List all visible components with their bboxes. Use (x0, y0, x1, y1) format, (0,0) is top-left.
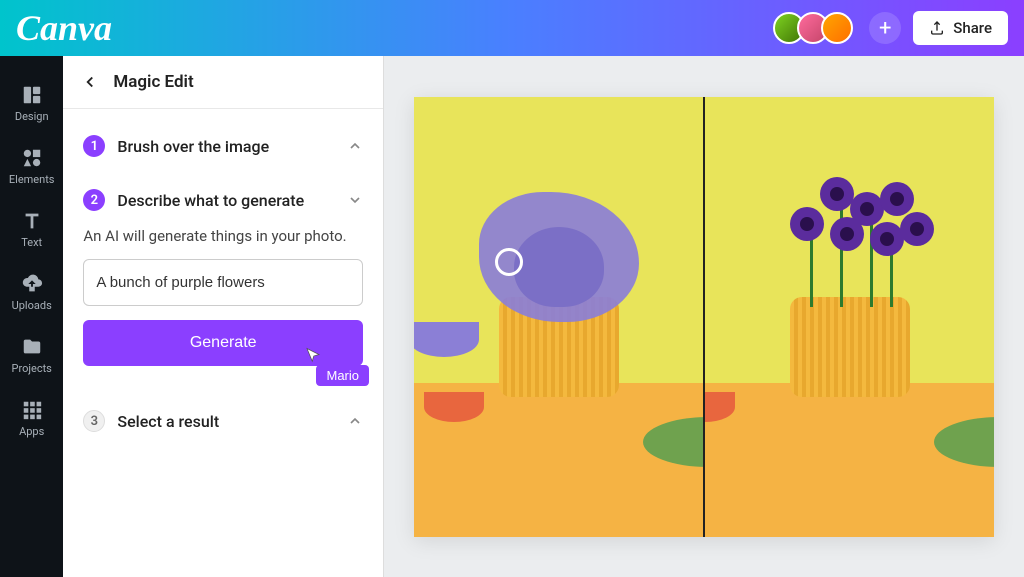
purple-flower (900, 212, 934, 246)
cursor-user-label: Mario (316, 365, 369, 386)
panel-body: 1 Brush over the image 2 Describe what t… (63, 109, 383, 458)
step-badge: 1 (83, 135, 105, 157)
orange-bowl-prop (424, 392, 484, 422)
purple-flower (790, 207, 824, 241)
yellow-pedestal (790, 297, 910, 397)
step-label: Describe what to generate (117, 191, 335, 210)
top-header: Canva + Share (0, 0, 1024, 56)
text-icon (21, 210, 43, 232)
before-image (414, 97, 705, 537)
generate-button[interactable]: Generate Mario (83, 320, 363, 366)
teapot-brush-area[interactable] (479, 192, 639, 322)
sidebar-item-label: Text (21, 236, 42, 249)
sidebar-item-label: Projects (12, 362, 52, 375)
collaborator-cursor: Mario (304, 347, 369, 386)
header-right: + Share (773, 11, 1008, 45)
collaborator-avatars (773, 12, 853, 44)
brush-cursor-ring (495, 248, 523, 276)
sidebar-item-elements[interactable]: Elements (0, 135, 63, 198)
generated-flowers (770, 167, 930, 307)
folder-icon (21, 336, 43, 358)
cloud-upload-icon (21, 273, 43, 295)
main-area: Design Elements Text Uploads Projects Ap… (0, 56, 1024, 577)
sidebar-item-label: Apps (19, 425, 44, 438)
sidebar-item-uploads[interactable]: Uploads (0, 261, 63, 324)
upload-icon (929, 20, 945, 36)
step-select[interactable]: 3 Select a result (83, 394, 363, 448)
prompt-input[interactable] (83, 259, 363, 306)
sidebar-item-label: Uploads (12, 299, 52, 312)
step-badge: 2 (83, 189, 105, 211)
sidebar-item-label: Design (15, 110, 49, 123)
magic-edit-panel: Magic Edit 1 Brush over the image 2 Desc… (63, 56, 384, 577)
step-help-text: An AI will generate things in your photo… (83, 227, 363, 245)
canva-logo[interactable]: Canva (16, 7, 112, 49)
elements-icon (21, 147, 43, 169)
sidebar-item-label: Elements (9, 173, 55, 186)
chevron-up-icon[interactable] (347, 413, 363, 429)
back-icon[interactable] (81, 73, 99, 91)
purple-flower (820, 177, 854, 211)
purple-flower (870, 222, 904, 256)
step-label: Select a result (117, 412, 335, 431)
chevron-up-icon[interactable] (347, 138, 363, 154)
step-describe[interactable]: 2 Describe what to generate (83, 173, 363, 227)
step-brush[interactable]: 1 Brush over the image (83, 119, 363, 173)
after-image (705, 97, 994, 537)
generate-label: Generate (190, 334, 257, 351)
sidebar-item-text[interactable]: Text (0, 198, 63, 261)
canvas-area[interactable] (384, 56, 1024, 577)
panel-header: Magic Edit (63, 56, 383, 109)
apps-grid-icon (21, 399, 43, 421)
purple-flower (830, 217, 864, 251)
purple-flower (880, 182, 914, 216)
purple-bowl-prop (414, 322, 479, 357)
step-badge: 3 (83, 410, 105, 432)
step-label: Brush over the image (117, 137, 335, 156)
share-label: Share (953, 19, 992, 37)
panel-title: Magic Edit (113, 72, 193, 92)
avatar[interactable] (821, 12, 853, 44)
share-button[interactable]: Share (913, 11, 1008, 45)
teapot-shape (514, 227, 604, 307)
before-after-split (414, 97, 994, 537)
cursor-pointer-icon (304, 347, 322, 365)
sidebar-item-design[interactable]: Design (0, 72, 63, 135)
design-icon (21, 84, 43, 106)
left-sidebar: Design Elements Text Uploads Projects Ap… (0, 56, 63, 577)
add-collaborator-button[interactable]: + (869, 12, 901, 44)
sidebar-item-projects[interactable]: Projects (0, 324, 63, 387)
chevron-down-icon[interactable] (347, 192, 363, 208)
sidebar-item-apps[interactable]: Apps (0, 387, 63, 450)
